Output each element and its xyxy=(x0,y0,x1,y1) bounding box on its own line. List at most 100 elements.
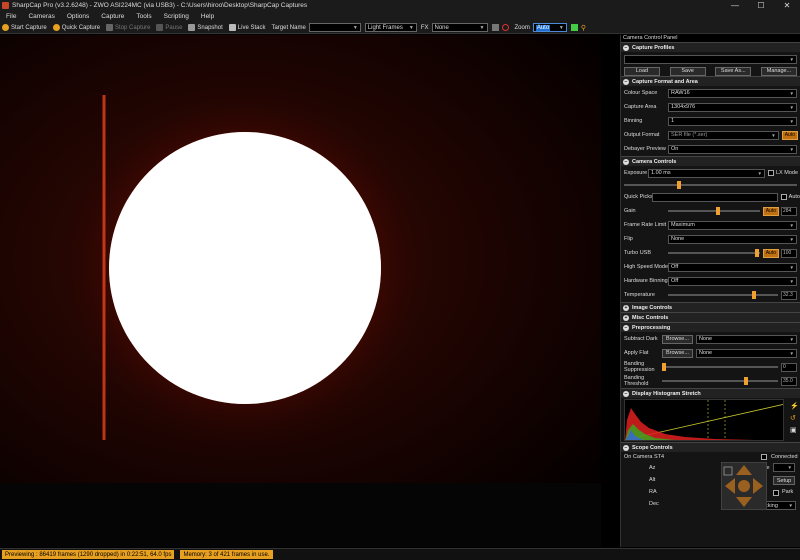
exposure-slider[interactable] xyxy=(624,180,797,190)
banding-threshold-row: Banding Threshold 35.0 xyxy=(621,374,800,388)
histogram-header[interactable]: − Display Histogram Stretch xyxy=(621,388,800,398)
collapse-icon: − xyxy=(623,444,629,451)
capture-format-header[interactable]: − Capture Format and Area xyxy=(621,76,800,86)
frame-type-select[interactable]: Light Frames ▼ xyxy=(364,23,417,32)
save-as-button[interactable]: Save As... xyxy=(715,66,752,76)
stop-capture-button[interactable]: Stop Capture xyxy=(106,24,150,31)
menu-help[interactable]: Help xyxy=(195,13,220,20)
misc-controls-header[interactable]: + Misc Controls xyxy=(621,312,800,322)
chevron-down-icon: ▼ xyxy=(789,118,794,124)
camera-controls-header[interactable]: − Camera Controls xyxy=(621,156,800,166)
manage-button[interactable]: Manage... xyxy=(760,66,797,76)
target-name-input[interactable]: ▼ xyxy=(308,23,361,32)
slider-thumb[interactable] xyxy=(743,377,748,385)
slider-thumb[interactable] xyxy=(754,249,759,257)
lightning-icon[interactable]: ⚡ xyxy=(790,402,799,410)
no-entry-icon[interactable] xyxy=(501,24,509,31)
fx-value: None xyxy=(434,24,449,31)
quick-picks-label: Quick Picks xyxy=(624,194,652,200)
quick-picks-auto-checkbox[interactable] xyxy=(780,194,787,200)
save-icon[interactable]: ▣ xyxy=(790,426,798,434)
quick-picks-bar[interactable] xyxy=(652,192,778,202)
minimize-button[interactable]: — xyxy=(722,0,748,11)
frame-rate-label: Frame Rate Limit xyxy=(624,222,667,228)
colour-space-select[interactable]: RAW16 ▼ xyxy=(668,88,797,98)
maximize-button[interactable]: ☐ xyxy=(748,0,774,11)
subtract-dark-select[interactable]: None ▼ xyxy=(695,334,797,344)
collapse-icon: − xyxy=(623,44,629,51)
banding-threshold-value[interactable]: 35.0 xyxy=(781,376,797,386)
output-format-select[interactable]: SER file (*.ser) ▼ xyxy=(668,130,779,140)
pause-button[interactable]: Pause xyxy=(156,24,182,31)
load-button[interactable]: Load xyxy=(624,66,660,76)
slider-thumb[interactable] xyxy=(662,363,667,371)
chevron-down-icon: ▼ xyxy=(558,24,564,31)
menu-scripting[interactable]: Scripting xyxy=(158,13,195,20)
center-stop-icon[interactable] xyxy=(738,480,750,492)
menu-tools[interactable]: Tools xyxy=(130,13,157,20)
connected-checkbox[interactable] xyxy=(761,454,767,460)
app-icon xyxy=(2,2,9,9)
close-button[interactable]: ✕ xyxy=(774,0,800,11)
fx-select[interactable]: None ▼ xyxy=(431,23,488,32)
gain-slider[interactable] xyxy=(668,206,760,216)
grid-icon[interactable] xyxy=(491,24,499,31)
snapshot-button[interactable]: Snapshot xyxy=(188,24,223,31)
apply-flat-select[interactable]: None ▼ xyxy=(695,348,797,358)
turbo-usb-slider[interactable] xyxy=(668,248,760,258)
turbo-usb-value[interactable]: 100 xyxy=(781,248,797,258)
lx-mode-checkbox[interactable] xyxy=(767,170,774,176)
park-checkbox[interactable] xyxy=(773,490,779,496)
start-capture-button[interactable]: Start Capture xyxy=(2,24,47,31)
zoom-select[interactable]: Auto ▼ xyxy=(532,23,567,32)
high-speed-select[interactable]: Off ▼ xyxy=(668,262,797,272)
chevron-down-icon: ▼ xyxy=(352,24,358,31)
apply-flat-browse-button[interactable]: Browse... xyxy=(662,348,693,358)
histogram-graph[interactable] xyxy=(624,399,786,442)
capture-area-select[interactable]: 1304x976 ▼ xyxy=(668,102,797,112)
gain-value[interactable]: 284 xyxy=(781,206,797,216)
banding-suppression-value[interactable]: 0 xyxy=(781,362,797,372)
banding-threshold-slider[interactable] xyxy=(662,376,778,386)
menu-options[interactable]: Options xyxy=(61,13,95,20)
preview-status: Previewing : 86419 frames (1290 dropped)… xyxy=(2,550,175,559)
hardware-binning-select[interactable]: Off ▼ xyxy=(668,276,797,286)
exposure-input[interactable]: 1.00 ms ▼ xyxy=(648,168,765,178)
slider-thumb[interactable] xyxy=(716,207,721,215)
subtract-dark-browse-button[interactable]: Browse... xyxy=(662,334,693,344)
ra-label: RA xyxy=(649,489,657,495)
slider-thumb[interactable] xyxy=(677,181,682,189)
save-button[interactable]: Save xyxy=(669,66,706,76)
banding-suppression-row: Banding Suppression 0 xyxy=(621,360,800,374)
capture-profiles-header[interactable]: − Capture Profiles xyxy=(621,42,800,52)
gain-auto-button[interactable]: Auto xyxy=(762,206,779,216)
histogram-area[interactable]: ⚡ ↺ ▣ xyxy=(621,398,800,442)
preprocessing-header[interactable]: − Preprocessing xyxy=(621,322,800,332)
frame-rate-select[interactable]: Maximum ▼ xyxy=(668,220,797,230)
live-stack-button[interactable]: Live Stack xyxy=(228,24,265,31)
flip-row: Flip None ▼ xyxy=(621,232,800,246)
scope-controls-header[interactable]: − Scope Controls xyxy=(621,442,800,452)
histogram-icon[interactable] xyxy=(570,24,578,31)
chevron-down-icon: ▼ xyxy=(408,24,414,31)
setup-button[interactable]: Setup xyxy=(773,476,795,485)
preview-empty-area xyxy=(0,483,601,547)
menu-file[interactable]: File xyxy=(0,13,22,20)
reset-icon[interactable]: ↺ xyxy=(790,414,798,422)
debayer-select[interactable]: On ▼ xyxy=(668,144,797,154)
menu-cameras[interactable]: Cameras xyxy=(22,13,60,20)
turbo-auto-button[interactable]: Auto xyxy=(762,248,779,258)
banding-suppression-slider[interactable] xyxy=(662,362,778,372)
quick-picks-row: Quick Picks Auto xyxy=(621,190,800,204)
flip-select[interactable]: None ▼ xyxy=(668,234,797,244)
quick-capture-button[interactable]: Quick Capture xyxy=(52,24,100,31)
menu-capture[interactable]: Capture xyxy=(95,13,130,20)
zoom-icon[interactable]: ⚲ xyxy=(581,24,586,32)
image-controls-header[interactable]: + Image Controls xyxy=(621,302,800,312)
rate-select[interactable]: ▼ xyxy=(773,463,795,472)
output-auto-button[interactable]: Auto xyxy=(781,130,798,140)
binning-select[interactable]: 1 ▼ xyxy=(668,116,797,126)
scroll-gutter xyxy=(601,35,620,547)
preview-image[interactable] xyxy=(0,35,601,483)
profile-select[interactable]: ▼ xyxy=(624,54,797,64)
